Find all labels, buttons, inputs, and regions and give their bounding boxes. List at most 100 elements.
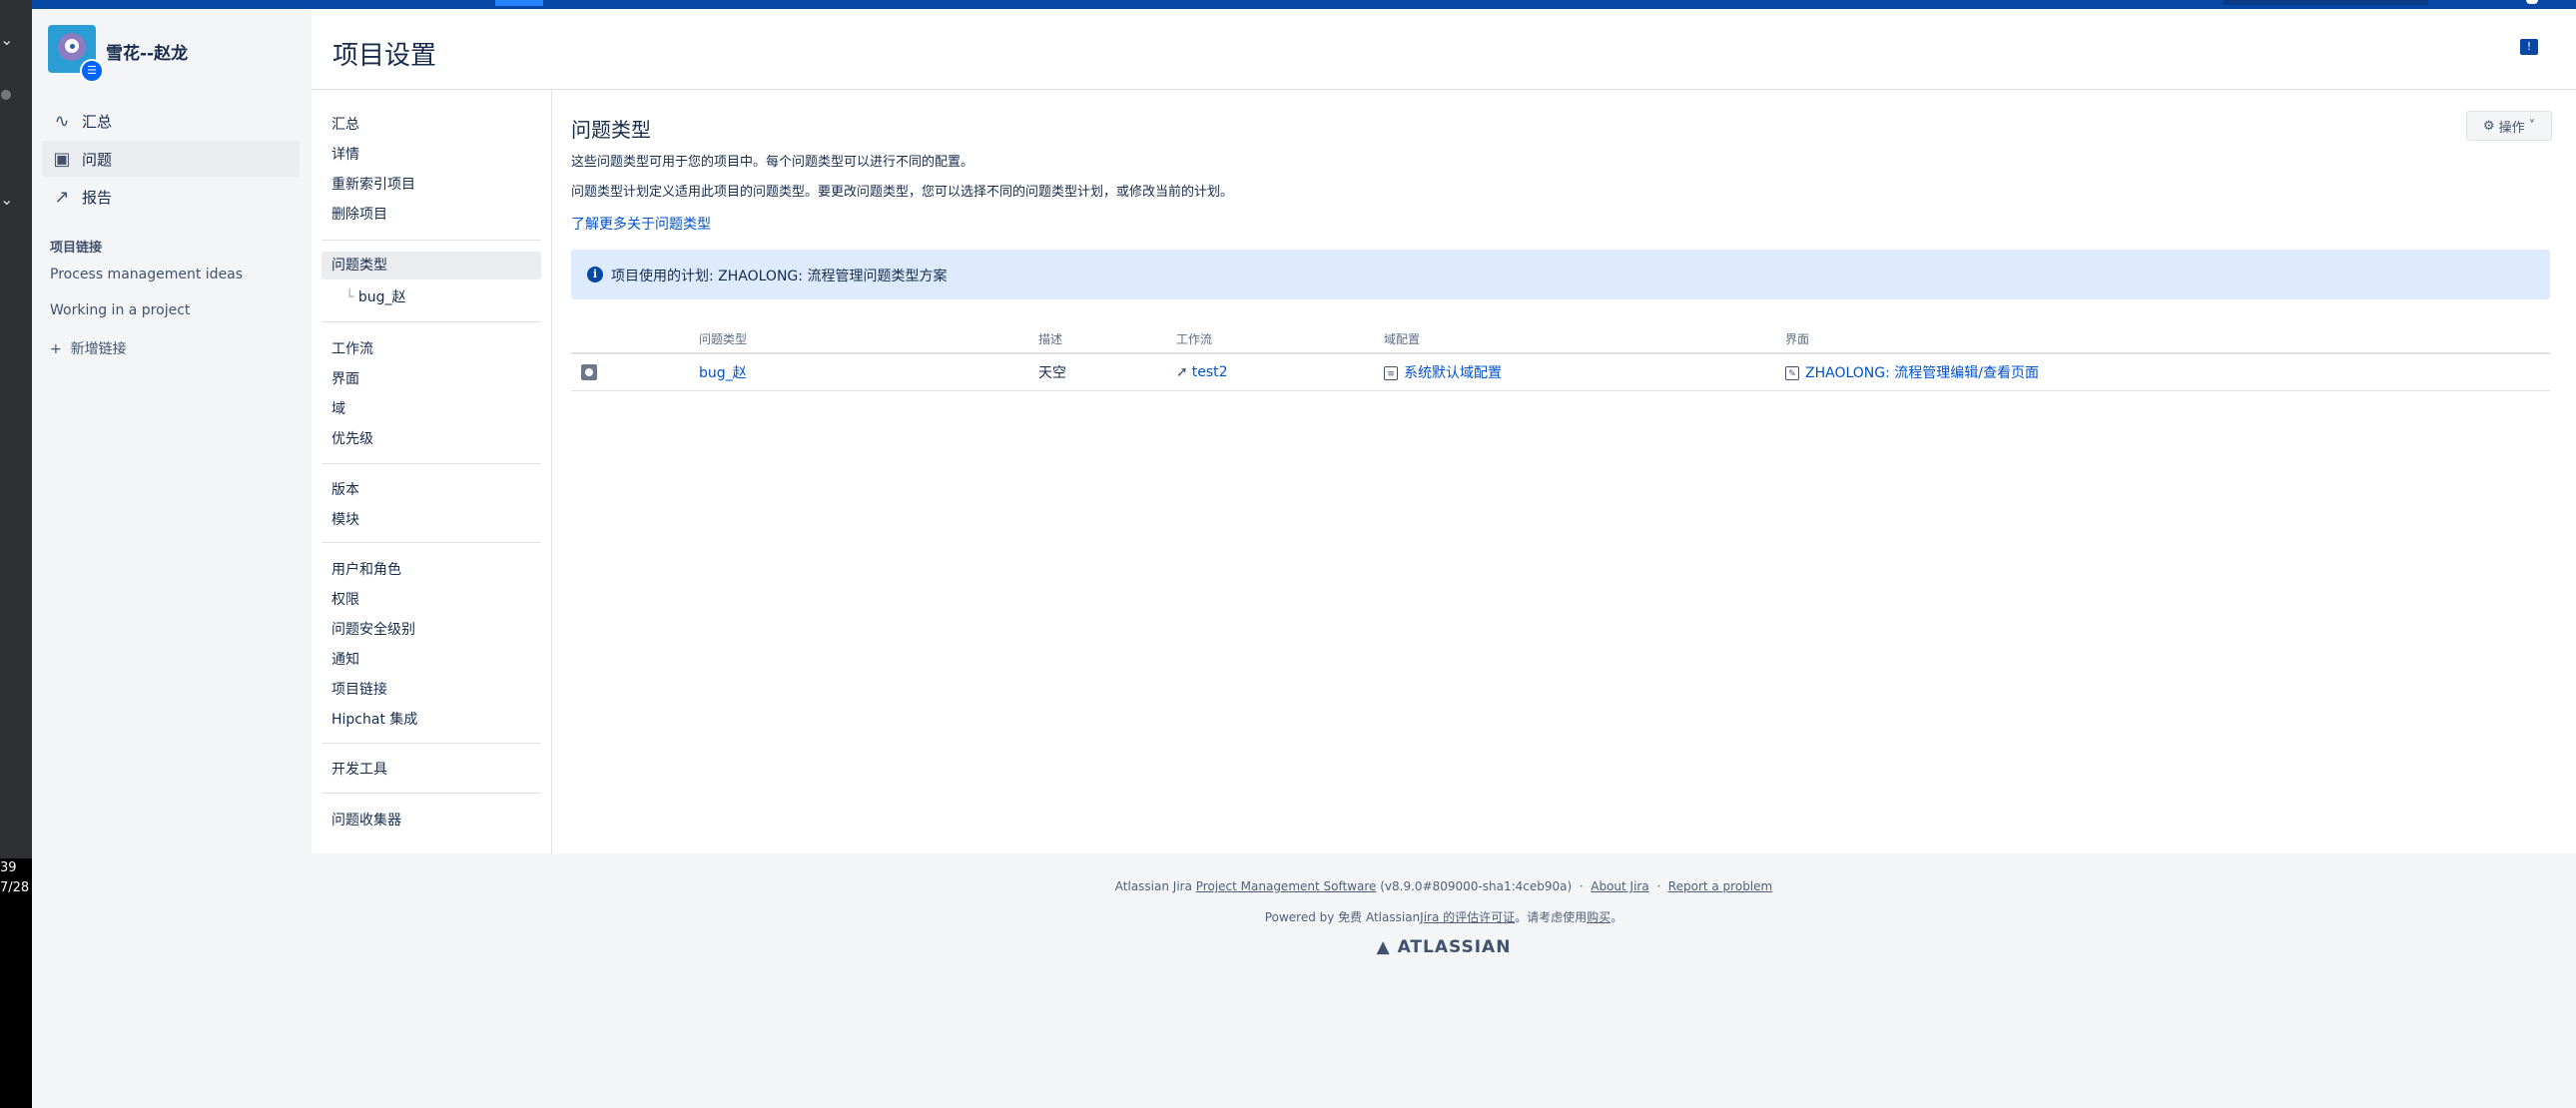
workflow-icon: ➚ (1176, 364, 1188, 380)
chevron-down-icon[interactable]: ⌄ (0, 30, 13, 49)
nav-item-issue-types[interactable]: 问题类型 (322, 252, 541, 279)
chevron-down-icon: ˅ (2528, 118, 2536, 134)
workflow-link[interactable]: test2 (1192, 364, 1228, 380)
atlassian-logo[interactable]: ▲ ATLASSIAN (312, 937, 2576, 957)
nav-item-screens[interactable]: 界面 (322, 365, 541, 393)
footer-prefix: Atlassian Jira (1114, 879, 1192, 893)
nav-item-delete[interactable]: 删除项目 (322, 201, 541, 229)
screen-cell: ✎ ZHAOLONG: 流程管理编辑/查看页面 (1785, 353, 2550, 391)
column-header: 问题类型 (699, 324, 1038, 354)
active-nav-tab[interactable] (495, 0, 543, 6)
column-header: 域配置 (1384, 324, 1785, 354)
issue-type-icon-cell (571, 353, 699, 391)
actions-button[interactable]: ⚙ 操作 ˅ (2466, 111, 2552, 141)
tree-branch-icon: └ (345, 289, 358, 305)
nav-item-users-roles[interactable]: 用户和角色 (322, 556, 541, 584)
page-title: 项目设置 (332, 41, 437, 71)
project-links-heading: 项目链接 (50, 241, 103, 256)
footer-license-line: Powered by 免费 AtlassianJira 的评估许可证。请考虑使用… (312, 908, 2576, 925)
learn-more-link[interactable]: 了解更多关于问题类型 (571, 214, 711, 234)
issue-type-link[interactable]: bug_赵 (699, 365, 747, 381)
divider (322, 542, 541, 543)
nav-item-summary[interactable]: 汇总 (322, 111, 541, 139)
nav-item-dev-tools[interactable]: 开发工具 (322, 756, 541, 784)
add-link-button[interactable]: + 新增链接 (50, 338, 127, 358)
description-cell: 天空 (1038, 353, 1176, 391)
reports-icon: ↗ (54, 186, 70, 208)
nav-item-notifications[interactable]: 通知 (322, 646, 541, 674)
table-header-row: 问题类型 描述 工作流 域配置 界面 (571, 324, 2550, 354)
field-config-icon: ≡ (1384, 366, 1398, 380)
sidebar-link[interactable]: Working in a project (50, 302, 190, 318)
table-row: bug_赵 天空 ➚ test2 ≡ 系统默认域配置 ✎ ZHAOLONG: 流程管理… (571, 353, 2550, 391)
top-navigation-bar (32, 0, 2576, 9)
atlassian-logo-text: ATLASSIAN (1397, 937, 1512, 957)
plus-icon: + (50, 341, 71, 357)
nav-item-details[interactable]: 详情 (322, 141, 541, 169)
clock-time: 39 (0, 860, 17, 875)
icon-column-header (571, 324, 699, 354)
divider (322, 240, 541, 241)
purchase-link[interactable]: 购买 (1587, 910, 1610, 924)
report-problem-link[interactable]: Report a problem (1668, 879, 1772, 893)
field-config-cell: ≡ 系统默认域配置 (1384, 353, 1785, 391)
os-left-strip: ⌄ ⌄ 39 7/28 (0, 0, 32, 1108)
nav-item-components[interactable]: 模块 (322, 506, 541, 534)
footer-version: (v8.9.0#809000-sha1:4ceb90a) (1380, 879, 1573, 893)
sidebar-item-label: 汇总 (82, 112, 113, 131)
sidebar-item-reports[interactable]: ↗ 报告 (42, 179, 300, 215)
info-icon: i (587, 267, 603, 282)
scheme-info-text: 项目使用的计划: ZHAOLONG: 流程管理问题类型方案 (611, 269, 948, 284)
os-clock: 39 7/28 (0, 858, 32, 1108)
license-link[interactable]: Jira 的评估许可证 (1420, 910, 1515, 924)
page-header: 项目设置 ! (312, 9, 2576, 90)
nav-item-priorities[interactable]: 优先级 (322, 425, 541, 453)
powered-by-text: Powered by 免费 Atlassian (1264, 910, 1421, 924)
nav-item-issue-security[interactable]: 问题安全级别 (322, 616, 541, 644)
field-config-link[interactable]: 系统默认域配置 (1404, 365, 1502, 381)
powered-end-text: 。 (1610, 910, 1623, 924)
divider (322, 463, 541, 464)
nav-item-permissions[interactable]: 权限 (322, 586, 541, 614)
issue-types-table: 问题类型 描述 工作流 域配置 界面 bug_赵 天空 ➚ test2 ≡ 系统默认… (571, 324, 2550, 391)
footer-version-line: Atlassian Jira Project Management Softwa… (1114, 879, 1773, 893)
nav-item-project-links[interactable]: 项目链接 (322, 676, 541, 704)
project-sidebar: ☰ 雪花--赵龙 ∿ 汇总 ▣ 问题 ↗ 报告 项目链接 Process man… (32, 9, 312, 1108)
nav-item-issue-collectors[interactable]: 问题收集器 (322, 807, 541, 834)
add-link-label: 新增链接 (70, 341, 127, 357)
nav-item-reindex[interactable]: 重新索引项目 (322, 171, 541, 199)
sidebar-item-issues[interactable]: ▣ 问题 (42, 141, 300, 177)
powered-mid-text: 。请考虑使用 (1515, 910, 1588, 924)
nav-item-fields[interactable]: 域 (322, 395, 541, 423)
actions-label: 操作 (2498, 120, 2525, 136)
activity-icon: ∿ (54, 110, 70, 132)
section-title: 问题类型 (571, 118, 651, 142)
column-header: 工作流 (1176, 324, 1384, 354)
search-input[interactable] (2224, 0, 2428, 5)
nav-subitem-issue-type[interactable]: └ bug_赵 (345, 286, 406, 306)
project-type-badge-icon: ☰ (80, 59, 104, 83)
workflow-cell: ➚ test2 (1176, 353, 1384, 391)
chevron-down-icon[interactable]: ⌄ (0, 190, 13, 209)
clock-date: 7/28 (0, 880, 30, 895)
help-icon[interactable] (2526, 0, 2538, 4)
nav-item-hipchat[interactable]: Hipchat 集成 (322, 706, 541, 734)
column-header: 界面 (1785, 324, 2550, 354)
nav-item-versions[interactable]: 版本 (322, 476, 541, 504)
sidebar-item-summary[interactable]: ∿ 汇总 (42, 103, 300, 139)
main-panel: 项目设置 ! 汇总 详情 重新索引项目 删除项目 问题类型 └ bug_赵 工作… (312, 9, 2576, 853)
nav-item-workflows[interactable]: 工作流 (322, 335, 541, 363)
footer: Atlassian Jira Project Management Softwa… (312, 853, 2576, 1108)
project-name[interactable]: 雪花--赵龙 (106, 39, 188, 64)
divider (322, 743, 541, 744)
column-header: 描述 (1038, 324, 1176, 354)
feedback-icon[interactable]: ! (2520, 39, 2538, 55)
issues-icon: ▣ (53, 148, 71, 170)
gear-icon: ⚙ (2482, 118, 2495, 134)
about-jira-link[interactable]: About Jira (1591, 879, 1648, 893)
issue-type-icon (581, 364, 597, 380)
atlassian-triangle-icon: ▲ (1376, 937, 1391, 957)
screen-link[interactable]: ZHAOLONG: 流程管理编辑/查看页面 (1805, 365, 2039, 381)
pms-link[interactable]: Project Management Software (1196, 879, 1377, 893)
sidebar-link[interactable]: Process management ideas (50, 267, 243, 282)
